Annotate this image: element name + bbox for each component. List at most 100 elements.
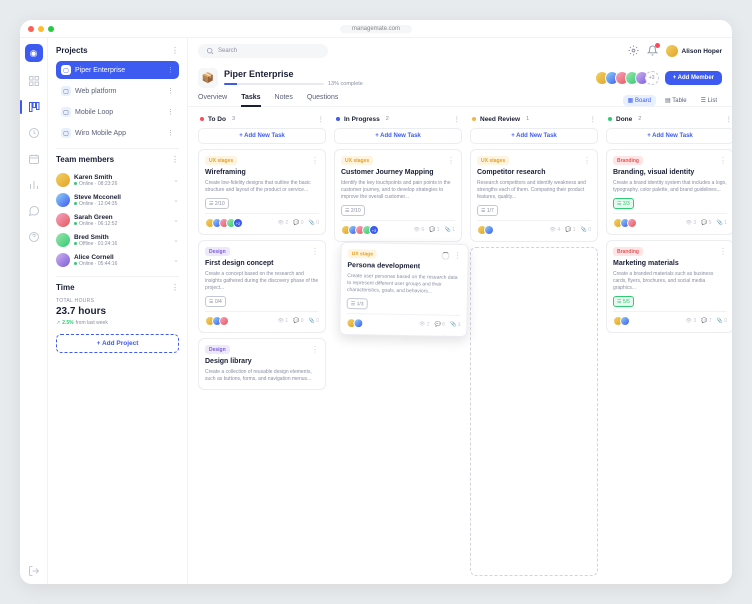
task-card[interactable]: Design⋮ Design library Create a collecti… <box>198 338 326 390</box>
search-input[interactable]: Search <box>198 44 328 58</box>
card-title: Branding, visual identity <box>613 169 727 176</box>
card-assignees[interactable] <box>477 225 494 235</box>
column-more-icon[interactable]: ⋮ <box>454 115 461 123</box>
user-menu[interactable]: Alison Hoper <box>666 45 722 57</box>
logout-icon[interactable] <box>27 564 41 578</box>
files-stat: 📎 3 <box>450 322 461 328</box>
card-assignees[interactable] <box>205 316 229 326</box>
column-more-icon[interactable]: ⋮ <box>590 115 597 123</box>
maximize-dot[interactable] <box>48 26 54 32</box>
project-item-more-icon[interactable]: ⋮ <box>167 87 174 95</box>
member-item[interactable]: Sarah GreenOnline · 06:12:52⌄ <box>56 210 179 230</box>
analytics-icon[interactable] <box>27 178 41 192</box>
notifications-icon[interactable] <box>647 45 658 58</box>
chevron-down-icon: ⌄ <box>173 236 179 244</box>
time-icon[interactable] <box>27 126 41 140</box>
comments-stat: 💬 1 <box>565 227 575 233</box>
project-item-more-icon[interactable]: ⋮ <box>167 108 174 116</box>
views-stat: 👁 6 <box>414 227 425 233</box>
card-more-icon[interactable]: ⋮ <box>311 345 319 354</box>
card-more-icon[interactable]: ⋮ <box>719 156 727 165</box>
views-stat: 👁 3 <box>686 318 697 324</box>
tabs: Overview Tasks Notes Questions ▦ Board ▤ Tab… <box>188 88 732 107</box>
column-header: In Progress2⋮ <box>334 115 462 123</box>
calendar-icon[interactable] <box>27 152 41 166</box>
subtask-badge: ☰ 2/10 <box>341 205 365 216</box>
add-task-button[interactable]: + Add New Task <box>470 128 598 144</box>
add-task-button[interactable]: + Add New Task <box>334 128 462 144</box>
card-more-icon[interactable]: ⋮ <box>311 156 319 165</box>
project-item-more-icon[interactable]: ⋮ <box>167 66 174 74</box>
app-logo[interactable]: ◉ <box>25 44 43 62</box>
add-project-button[interactable]: + Add Project <box>56 334 179 353</box>
view-board[interactable]: ▦ Board <box>623 95 656 106</box>
member-avatar <box>56 213 70 227</box>
task-card[interactable]: Design⋮ First design concept Create a co… <box>198 240 326 333</box>
task-card[interactable]: UX stages⋮ Wireframing Create low-fideli… <box>198 149 326 235</box>
add-member-button[interactable]: + Add Member <box>665 71 722 85</box>
tab-notes[interactable]: Notes <box>275 94 293 106</box>
subtask-badge: ☰ 3/3 <box>613 198 634 209</box>
card-tag: UX stages <box>477 156 509 165</box>
task-card[interactable]: UX stages⋮ Customer Journey Mapping Iden… <box>334 149 462 242</box>
drop-placeholder[interactable] <box>470 247 598 576</box>
view-list[interactable]: ☰ List <box>696 95 722 106</box>
card-assignees[interactable] <box>346 318 363 328</box>
card-assignees[interactable]: +3 <box>341 225 379 235</box>
card-tag: Branding <box>613 156 643 165</box>
member-avatar <box>56 173 70 187</box>
files-stat: 📎 0 <box>717 318 727 324</box>
member-item[interactable]: Karen SmithOnline · 08:23:26⌄ <box>56 170 179 190</box>
project-members[interactable]: +3 <box>595 71 659 85</box>
add-task-button[interactable]: + Add New Task <box>606 128 732 144</box>
tab-tasks[interactable]: Tasks <box>241 94 260 106</box>
time-value: 23.7 hours <box>56 306 179 317</box>
card-more-icon[interactable]: ⋮ <box>454 251 462 260</box>
settings-icon[interactable] <box>628 45 639 58</box>
card-more-icon[interactable]: ⋮ <box>583 156 591 165</box>
card-description: Create a branded materials such as busin… <box>613 271 727 292</box>
member-item[interactable]: Bred SmithOffline · 01:24:16⌄ <box>56 230 179 250</box>
tab-questions[interactable]: Questions <box>307 94 339 106</box>
project-item[interactable]: ▢Mobile Loop⋮ <box>56 103 179 121</box>
column-more-icon[interactable]: ⋮ <box>726 115 733 123</box>
members-more-icon[interactable]: ⋮ <box>171 155 179 164</box>
task-card[interactable]: UX stage⋮ Persona development Create use… <box>339 242 469 337</box>
card-assignees[interactable] <box>613 316 630 326</box>
column-more-icon[interactable]: ⋮ <box>318 115 325 123</box>
project-item[interactable]: ▢Web platform⋮ <box>56 82 179 100</box>
task-card[interactable]: Branding⋮ Branding, visual identity Crea… <box>606 149 732 235</box>
card-title: Marketing materials <box>613 260 727 267</box>
project-item[interactable]: ▢Wiro Mobile App⋮ <box>56 124 179 142</box>
member-item[interactable]: Steve McconellOnline · 12:04:35⌄ <box>56 190 179 210</box>
tab-overview[interactable]: Overview <box>198 94 227 106</box>
comments-stat: 💬 0 <box>293 318 303 324</box>
user-avatar <box>666 45 678 57</box>
projects-more-icon[interactable]: ⋮ <box>171 46 179 55</box>
card-assignees[interactable] <box>613 218 637 228</box>
minimize-dot[interactable] <box>38 26 44 32</box>
member-avatar <box>56 233 70 247</box>
files-stat: 📎 0 <box>581 227 591 233</box>
help-icon[interactable] <box>27 230 41 244</box>
board-icon[interactable] <box>27 100 41 114</box>
card-tag: Branding <box>613 247 643 256</box>
close-dot[interactable] <box>28 26 34 32</box>
time-more-icon[interactable]: ⋮ <box>171 283 179 292</box>
project-header: 📦 Piper Enterprise 13% complete +3 + Add… <box>188 64 732 88</box>
card-more-icon[interactable]: ⋮ <box>719 247 727 256</box>
card-more-icon[interactable]: ⋮ <box>311 247 319 256</box>
view-table[interactable]: ▤ Table <box>660 95 692 106</box>
chat-icon[interactable] <box>27 204 41 218</box>
card-description: Create a concept based on the research a… <box>205 271 319 292</box>
dashboard-icon[interactable] <box>27 74 41 88</box>
task-card[interactable]: UX stages⋮ Competitor research Research … <box>470 149 598 242</box>
project-item[interactable]: ▢Piper Enterprise⋮ <box>56 61 179 79</box>
column-header: To Do3⋮ <box>198 115 326 123</box>
card-assignees[interactable]: +2 <box>205 218 243 228</box>
task-card[interactable]: Branding ⋮ Marketing materials Create a b… <box>606 240 732 333</box>
add-task-button[interactable]: + Add New Task <box>198 128 326 144</box>
project-item-more-icon[interactable]: ⋮ <box>167 129 174 137</box>
member-item[interactable]: Alice CornellOnline · 05:44:16⌄ <box>56 250 179 270</box>
card-more-icon[interactable]: ⋮ <box>447 156 455 165</box>
